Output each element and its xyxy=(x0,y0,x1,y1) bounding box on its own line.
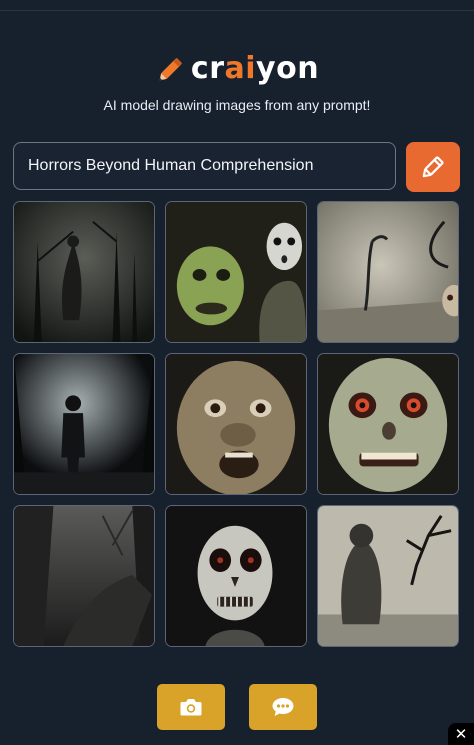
generated-image-4[interactable] xyxy=(13,353,155,495)
generated-image-2[interactable] xyxy=(165,201,307,343)
pencil-logo-icon xyxy=(159,58,182,81)
brand-name: craiyon xyxy=(191,52,319,86)
craiyon-logo[interactable]: craiyon xyxy=(0,52,474,86)
chat-bubble-icon xyxy=(272,698,294,716)
screenshot-button[interactable] xyxy=(157,684,225,730)
generated-image-7[interactable] xyxy=(13,505,155,647)
generated-image-9[interactable] xyxy=(317,505,459,647)
top-divider xyxy=(0,10,474,11)
generated-image-8[interactable] xyxy=(165,505,307,647)
pencil-icon xyxy=(422,156,444,178)
close-icon[interactable]: ✕ xyxy=(448,723,474,745)
generated-image-6[interactable] xyxy=(317,353,459,495)
generated-image-5[interactable] xyxy=(165,353,307,495)
brand-accent: ai xyxy=(224,51,257,86)
brand-prefix: cr xyxy=(190,51,225,86)
camera-icon xyxy=(180,699,202,716)
tagline: AI model drawing images from any prompt! xyxy=(103,97,371,113)
draw-button[interactable] xyxy=(406,142,460,192)
generated-image-1[interactable] xyxy=(13,201,155,343)
generated-image-3[interactable] xyxy=(317,201,459,343)
feedback-button[interactable] xyxy=(249,684,317,730)
prompt-input[interactable]: Horrors Beyond Human Comprehension xyxy=(13,142,396,190)
brand-suffix: yon xyxy=(256,51,320,86)
